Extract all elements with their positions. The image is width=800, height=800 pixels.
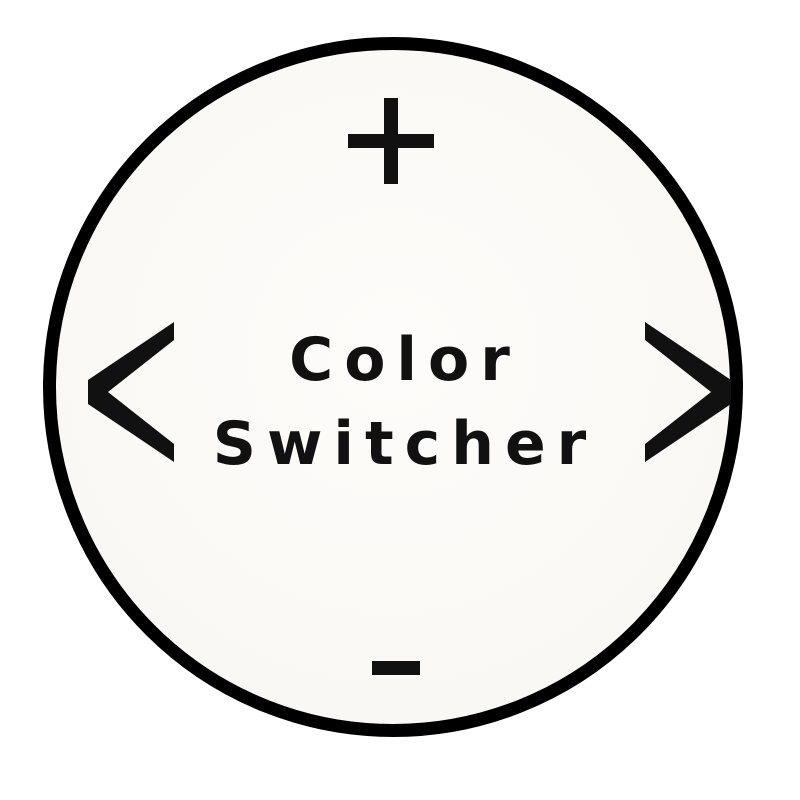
widget-title: Color Switcher (150, 318, 660, 486)
title-line-2: Switcher (212, 409, 598, 479)
increase-button[interactable] (348, 98, 434, 184)
color-switcher-widget: Color Switcher (0, 0, 800, 800)
decrease-button[interactable] (372, 655, 420, 681)
title-line-1: Color (289, 325, 521, 395)
minus-icon (372, 661, 420, 675)
plus-icon (348, 98, 434, 184)
